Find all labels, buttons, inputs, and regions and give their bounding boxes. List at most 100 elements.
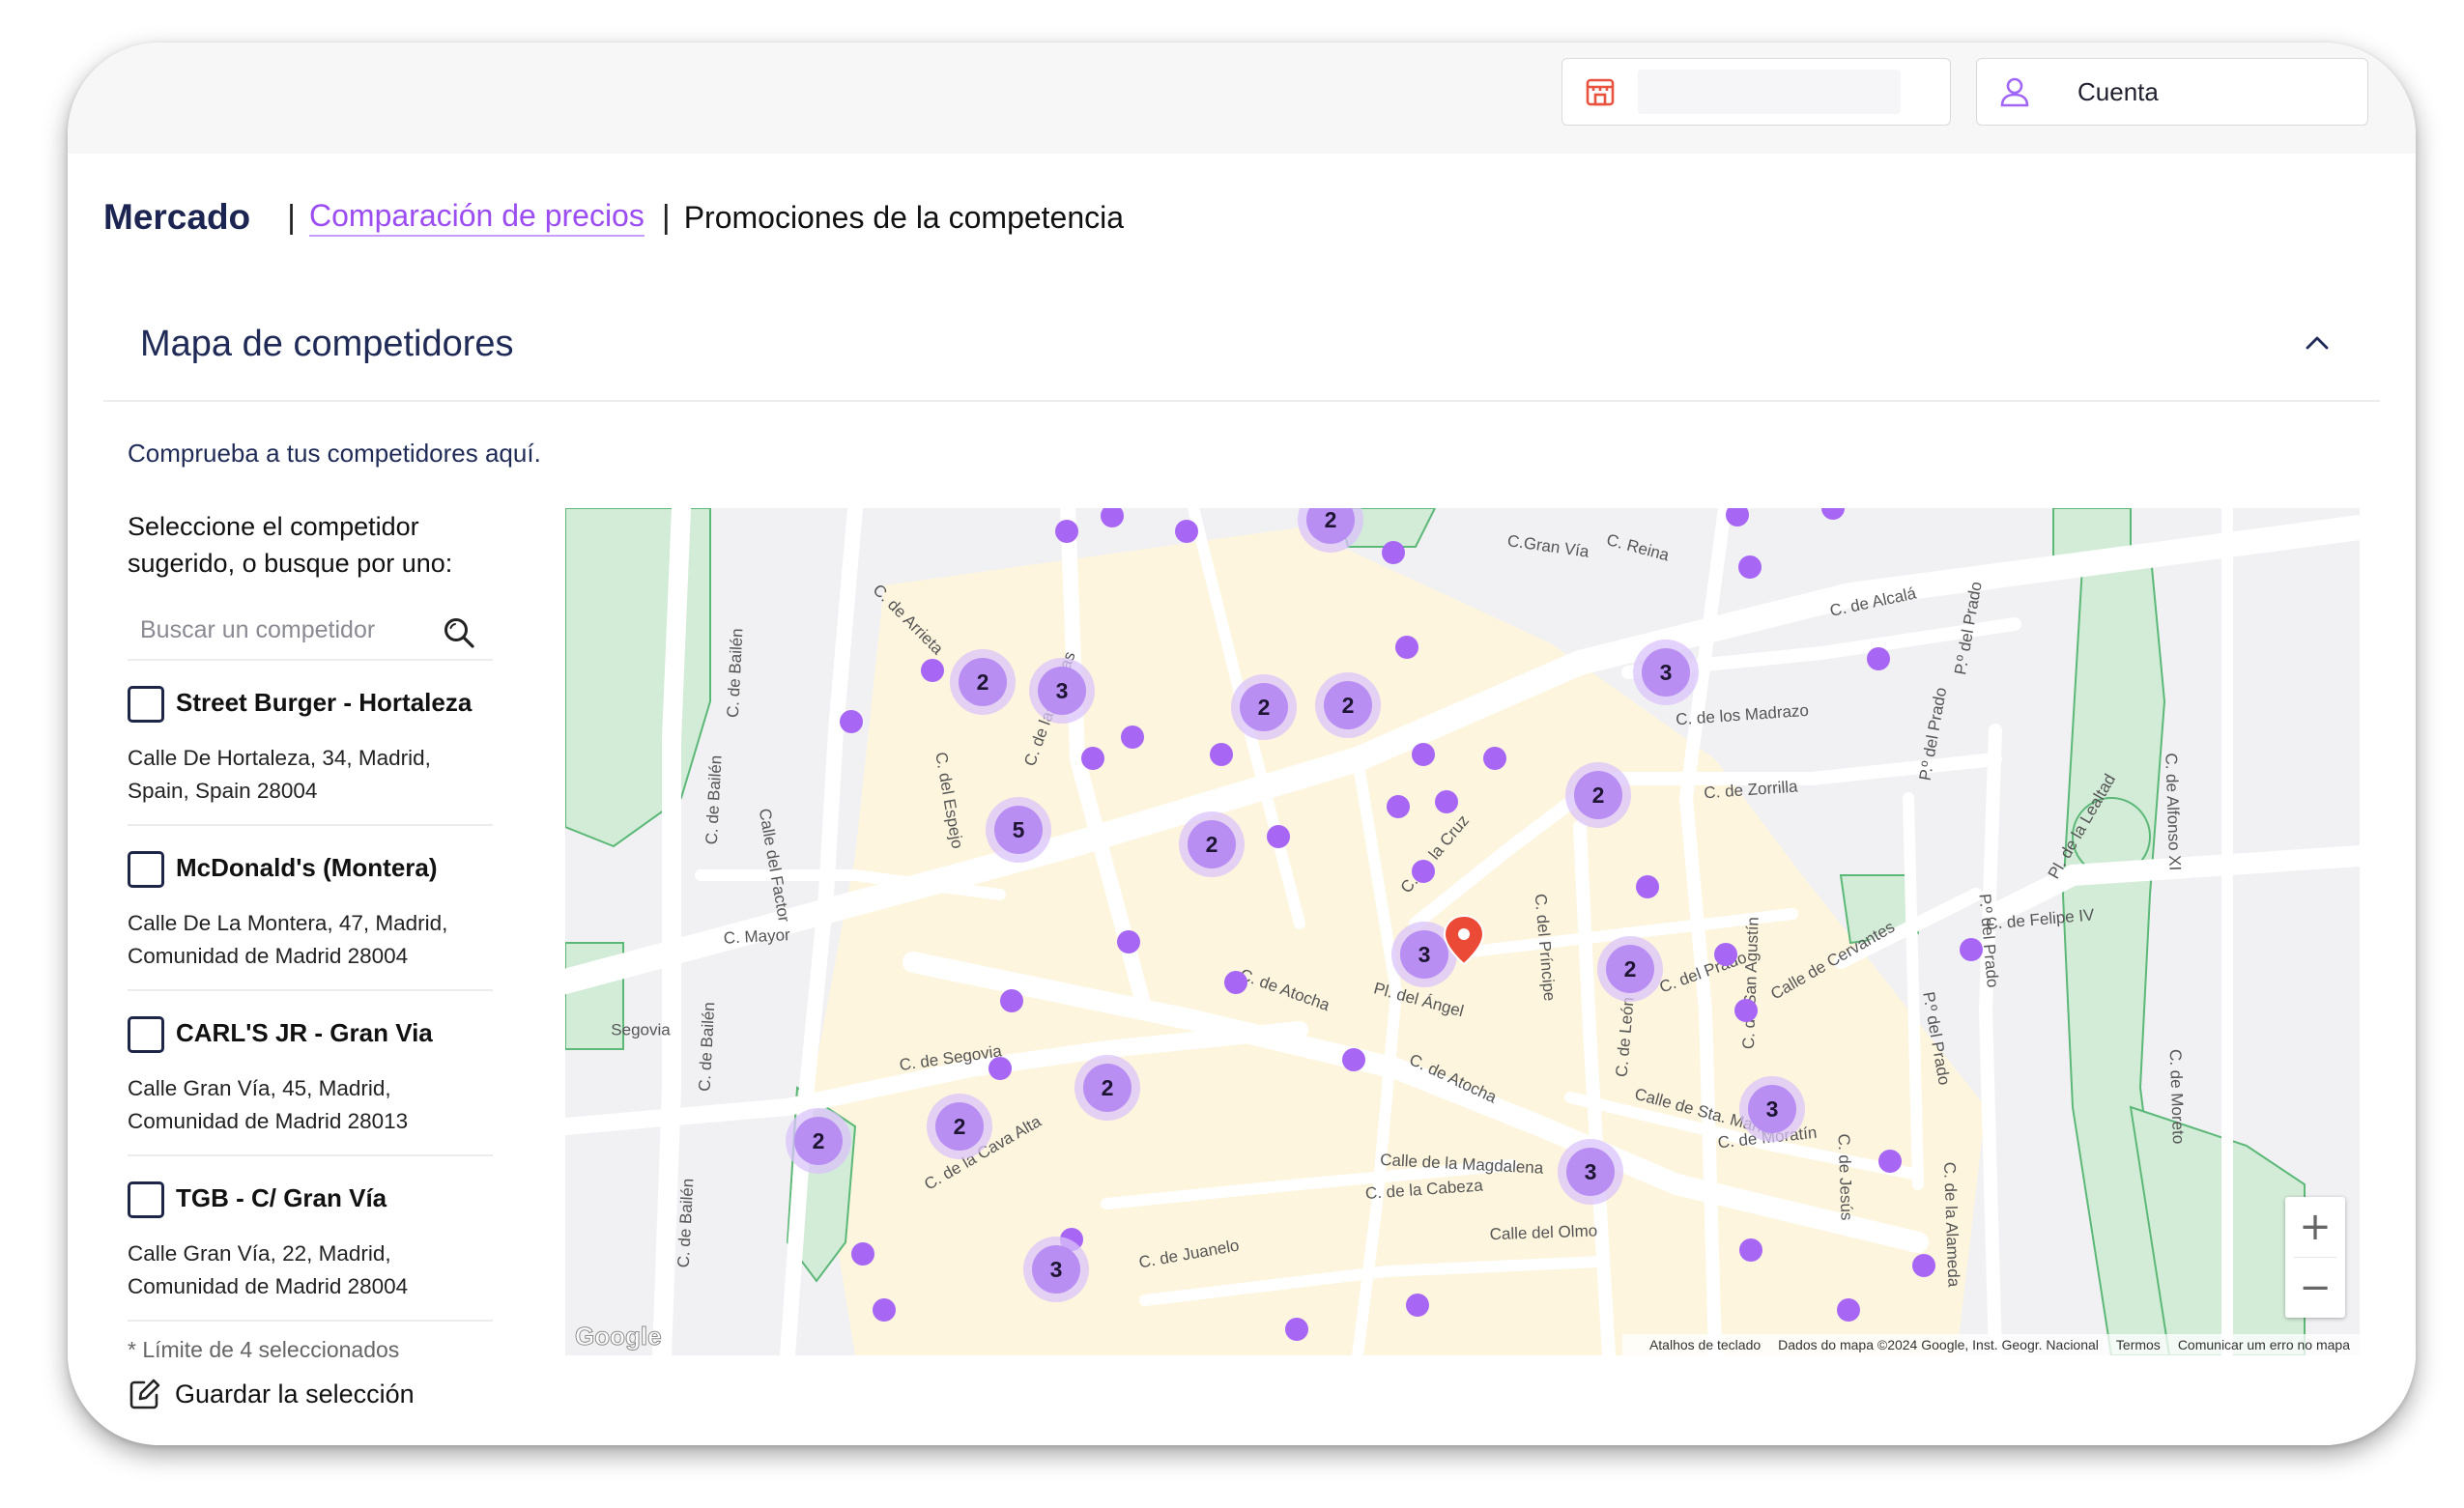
top-bar: Cuenta — [68, 43, 2416, 154]
competitor-marker[interactable] — [1055, 520, 1078, 543]
competitor-marker[interactable] — [1734, 999, 1758, 1022]
street-label: C. de Jesús — [1835, 1133, 1856, 1220]
competitor-name[interactable]: CARL'S JR - Gran Via — [176, 1018, 433, 1048]
competitor-checkbox[interactable] — [128, 1181, 164, 1218]
street-label: C. de Juanelo — [1137, 1237, 1241, 1272]
street-label: C. de Felipe IV — [1985, 905, 2095, 933]
competitor-marker[interactable] — [1175, 520, 1198, 543]
cluster-count: 2 — [1102, 1075, 1114, 1100]
street-label: C. Reina — [1605, 530, 1672, 565]
competitor-marker[interactable] — [1821, 508, 1845, 520]
cluster-count: 2 — [1258, 695, 1271, 720]
competitor-marker[interactable] — [921, 659, 944, 682]
section-nav: Mercado | Comparación de precios | Promo… — [103, 188, 1124, 246]
street-label: P.º del Prado — [1916, 686, 1951, 782]
street-label: C. de la Cabeza — [1364, 1176, 1483, 1202]
competitor-marker[interactable] — [1210, 743, 1233, 766]
cluster-count: 5 — [1013, 817, 1025, 842]
competitor-marker[interactable] — [1878, 1150, 1902, 1173]
competitor-marker[interactable] — [1081, 747, 1104, 770]
competitor-marker[interactable] — [840, 710, 863, 733]
cluster-count: 2 — [1206, 832, 1218, 857]
search-icon[interactable] — [443, 616, 475, 649]
location-pin-center — [1458, 928, 1470, 940]
competitor-marker[interactable] — [1000, 989, 1023, 1012]
zoom-out-button[interactable]: − — [2285, 1258, 2345, 1318]
street-label: Pl. de la Lealtad — [2045, 771, 2119, 882]
map-attribution: Atalhos de teclado Dados do mapa ©2024 G… — [1621, 1334, 2360, 1355]
competitor-marker[interactable] — [1406, 1294, 1429, 1317]
search-input[interactable] — [128, 603, 437, 657]
competitor-marker[interactable] — [1960, 938, 1983, 961]
panel-header[interactable]: Mapa de competidores — [103, 289, 2380, 402]
tab-price-comparison[interactable]: Comparación de precios — [309, 198, 645, 237]
chevron-up-icon[interactable] — [2303, 331, 2332, 355]
competitor-item: Street Burger - Hortaleza Calle De Horta… — [128, 661, 493, 826]
competitor-marker[interactable] — [1738, 555, 1762, 579]
competitor-marker[interactable] — [1912, 1254, 1935, 1277]
competitor-marker[interactable] — [988, 1057, 1012, 1080]
competitor-marker[interactable] — [1435, 790, 1458, 813]
competitor-map-panel: Mapa de competidores Comprueba a tus com… — [103, 289, 2380, 1438]
competitor-checkbox[interactable] — [128, 1016, 164, 1053]
cluster-count: 3 — [1056, 678, 1069, 703]
competitor-name[interactable]: Street Burger - Hortaleza — [176, 688, 472, 718]
competitor-marker[interactable] — [1121, 726, 1144, 749]
competitor-marker[interactable] — [1285, 1318, 1308, 1341]
zoom-in-button[interactable]: + — [2285, 1197, 2345, 1257]
competitor-marker[interactable] — [851, 1242, 874, 1266]
street-label: C. Mayor — [723, 925, 790, 948]
competitor-address: Calle De La Montera, 47, Madrid, Comunid… — [128, 911, 448, 968]
cluster-count: 3 — [1585, 1159, 1597, 1184]
main-content: Mercado | Comparación de precios | Promo… — [68, 154, 2416, 1445]
competitor-map[interactable]: C.Gran VíaC. de AlcaláC. de AlcaláC. de … — [565, 508, 2360, 1355]
competitor-marker[interactable] — [1636, 875, 1659, 898]
store-icon — [1586, 78, 1615, 106]
account-label: Cuenta — [2077, 76, 2159, 106]
competitor-marker[interactable] — [1117, 930, 1140, 953]
save-selection-button[interactable]: Guardar la selección — [128, 1377, 495, 1411]
competitor-name[interactable]: TGB - C/ Gran Vía — [176, 1183, 387, 1213]
street-label: C. de la Cruz — [1397, 811, 1473, 896]
street-label: C.Gran Vía — [1506, 531, 1590, 561]
cluster-count: 3 — [1050, 1257, 1063, 1282]
competitor-marker[interactable] — [1224, 971, 1247, 994]
cluster-count: 3 — [1418, 942, 1431, 967]
competitor-marker[interactable] — [1101, 508, 1124, 527]
competitor-item: TGB - C/ Gran Vía Calle Gran Vía, 22, Ma… — [128, 1156, 493, 1322]
user-icon — [2000, 77, 2029, 107]
street-label: P.º del Prado — [1919, 990, 1954, 1086]
competitor-marker[interactable] — [1739, 1238, 1762, 1262]
competitor-name[interactable]: McDonald's (Montera) — [176, 853, 438, 883]
competitor-marker[interactable] — [1412, 860, 1435, 883]
tab-competitor-promotions[interactable]: Promociones de la competencia — [684, 200, 1124, 236]
street-label: C. del Príncipe — [1532, 893, 1560, 1002]
competitor-marker[interactable] — [1412, 743, 1435, 766]
street-label: C. de Moreto — [2166, 1049, 2188, 1145]
zoom-controls: + − — [2285, 1197, 2345, 1318]
competitor-marker[interactable] — [1395, 636, 1418, 659]
competitor-marker[interactable] — [1714, 943, 1737, 966]
terms-link[interactable]: Termos — [2116, 1337, 2161, 1352]
competitor-marker[interactable] — [1382, 541, 1405, 564]
competitor-marker[interactable] — [873, 1298, 896, 1322]
competitor-checkbox[interactable] — [128, 686, 164, 723]
competitor-marker[interactable] — [1342, 1048, 1365, 1071]
selection-prompt: Seleccione el competidor sugerido, o bus… — [128, 512, 453, 578]
competitor-marker[interactable] — [1726, 508, 1749, 526]
street-label: C. de Segovia — [899, 1041, 1004, 1074]
competitor-marker[interactable] — [1267, 825, 1290, 848]
report-error-link[interactable]: Comunicar um erro no mapa — [2178, 1337, 2350, 1352]
nav-separator: | — [661, 198, 671, 236]
competitor-marker[interactable] — [1837, 1298, 1860, 1322]
competitor-marker[interactable] — [1867, 647, 1890, 670]
competitor-marker[interactable] — [1387, 795, 1410, 818]
street-label: C. de San Agustín — [1739, 917, 1762, 1050]
competitor-marker[interactable] — [1483, 747, 1506, 770]
keyboard-shortcuts-link[interactable]: Atalhos de teclado — [1649, 1337, 1761, 1352]
account-button[interactable]: Cuenta — [1976, 58, 2368, 126]
edit-icon — [129, 1379, 160, 1409]
google-logo: Google — [575, 1322, 663, 1352]
competitor-checkbox[interactable] — [128, 851, 164, 888]
store-selector[interactable] — [1561, 58, 1951, 126]
